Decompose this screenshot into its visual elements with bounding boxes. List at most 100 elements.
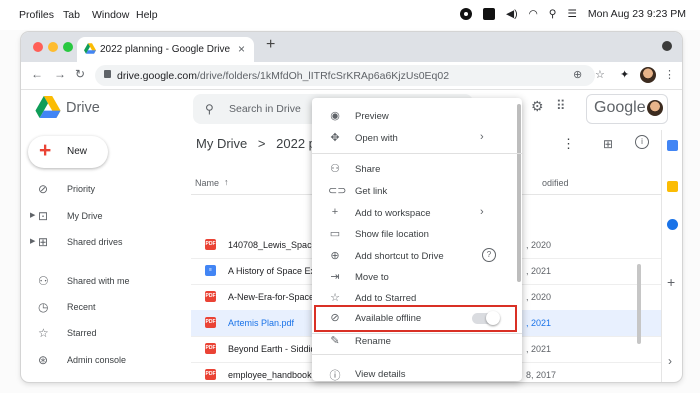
close-tab-icon[interactable]: × (238, 42, 245, 56)
file-modified-date: 8, 2017 (526, 370, 557, 380)
menu-item-label: Add shortcut to Drive (355, 251, 444, 262)
sidebar-item-shared-with-me[interactable]: ⚇ Shared with me (21, 271, 191, 293)
more-actions-icon[interactable]: ⋮ (562, 136, 575, 152)
sidebar-item-label: My Drive (67, 211, 103, 221)
expand-arrow-icon[interactable]: ▶ (30, 211, 35, 219)
menu-item-add-to-workspace[interactable]: + Add to workspace › (312, 203, 522, 223)
sidebar-item-shared-drives[interactable]: ▶ ⊞ Shared drives (21, 232, 191, 254)
account-avatar[interactable] (647, 100, 663, 116)
search-placeholder: Search in Drive (229, 103, 301, 115)
menu-item-show-file-location[interactable]: ▭ Show file location (312, 224, 522, 244)
doc-file-icon: ≡ (205, 265, 216, 276)
menu-help[interactable]: Help (136, 9, 158, 21)
reload-icon[interactable]: ↻ (75, 67, 85, 81)
shared-drives-icon: ⊞ (38, 235, 49, 249)
show-panel-chevron-icon[interactable]: › (668, 354, 672, 368)
sidebar-item-label: Recent (67, 302, 96, 312)
new-tab-icon[interactable]: + (266, 36, 275, 54)
menu-item-label: Rename (355, 336, 391, 347)
menu-item-label: Get link (355, 186, 388, 197)
translate-icon[interactable]: ⊕ (573, 68, 582, 81)
lock-icon (104, 70, 111, 78)
menu-item-open-with[interactable]: ✥ Open with › (312, 128, 522, 148)
control-center-icon[interactable]: ☰ (568, 8, 577, 20)
app-status-icon[interactable] (483, 8, 496, 20)
apps-grid-icon[interactable]: ⠿ (556, 98, 566, 114)
tasks-icon[interactable] (667, 219, 678, 230)
submenu-arrow-icon: › (480, 131, 484, 143)
menu-profiles[interactable]: Profiles (19, 9, 54, 21)
keep-icon[interactable] (667, 181, 678, 192)
bookmark-star-icon[interactable]: ☆ (595, 68, 605, 81)
menu-item-add-shortcut[interactable]: ⊕ Add shortcut to Drive ? (312, 246, 522, 266)
file-list-scrollbar[interactable] (637, 264, 641, 344)
tab-strip: 2022 planning - Google Drive × + (21, 32, 682, 62)
breadcrumb-root[interactable]: My Drive (196, 136, 247, 151)
file-name: A History of Space Ex (228, 266, 316, 276)
back-icon[interactable]: ← (31, 67, 43, 81)
menu-item-label: Move to (355, 272, 389, 283)
side-panel-rail: + › (661, 130, 682, 382)
url-input[interactable]: drive.google.com/drive/folders/1kMfdOh_l… (95, 65, 595, 86)
new-button[interactable]: + New (28, 136, 108, 168)
help-icon[interactable]: ? (482, 248, 496, 262)
info-icon[interactable]: i (635, 135, 649, 149)
close-window-icon[interactable] (33, 42, 43, 52)
sidebar-item-priority[interactable]: ⊘ Priority (21, 179, 191, 201)
menu-item-preview[interactable]: ◉ Preview (312, 106, 522, 126)
drive-logo-icon (35, 96, 61, 118)
browser-tab[interactable]: 2022 planning - Google Drive × (77, 37, 254, 62)
sidebar-item-starred[interactable]: ☆ Starred (21, 323, 191, 345)
forward-icon[interactable]: → (54, 67, 66, 81)
menu-item-move-to[interactable]: ⇥ Move to (312, 267, 522, 287)
tab-search-icon[interactable] (662, 41, 672, 51)
menu-item-label: Show file location (355, 229, 429, 240)
sort-arrow-icon[interactable]: ↑ (224, 177, 229, 187)
google-account-box[interactable]: Google (586, 94, 668, 124)
people-icon: ⚇ (38, 274, 49, 288)
mac-menubar: Profiles Tab Window Help ◀) ◠ ⚲ ☰ Mon Au… (0, 0, 700, 30)
zoom-window-icon[interactable] (63, 42, 73, 52)
menu-divider (312, 153, 522, 154)
menu-item-get-link[interactable]: ⊂⊃ Get link (312, 181, 522, 201)
sidebar-item-my-drive[interactable]: ▶ ⊡ My Drive (21, 206, 191, 228)
minimize-window-icon[interactable] (48, 42, 58, 52)
pdf-file-icon: PDF (205, 239, 216, 250)
grid-view-icon[interactable]: ⊞ (603, 137, 613, 151)
file-name: Beyond Earth - Siddiqu (228, 344, 321, 354)
new-button-label: New (67, 146, 88, 157)
menubar-clock[interactable]: Mon Aug 23 9:23 PM (588, 8, 686, 20)
sidebar-item-admin-console[interactable]: ⊛ Admin console (21, 350, 191, 372)
modified-column-header[interactable]: odified (542, 178, 569, 188)
pdf-file-icon: PDF (205, 291, 216, 302)
drive-icon: ⊡ (38, 209, 49, 223)
volume-icon[interactable]: ◀) (506, 8, 518, 20)
name-column-header[interactable]: Name (195, 178, 219, 188)
menu-window[interactable]: Window (92, 9, 129, 21)
menu-item-view-details[interactable]: ⓘ View details (312, 364, 522, 384)
plus-icon: + (39, 139, 52, 162)
search-icon[interactable]: ⚲ (205, 102, 214, 116)
menu-item-label: Add to Starred (355, 293, 417, 304)
drive-app-name[interactable]: Drive (66, 100, 100, 116)
sidebar-item-label: Admin console (67, 355, 127, 365)
pencil-icon: ✎ (330, 335, 340, 347)
sidebar-item-label: Priority (67, 184, 96, 194)
drive-favicon-icon (84, 43, 96, 54)
record-icon[interactable] (460, 8, 473, 20)
breadcrumb-separator: > (257, 136, 266, 151)
menu-item-share[interactable]: ⚇ Share (312, 159, 522, 179)
menu-item-label: Add to workspace (355, 208, 431, 219)
menu-tab[interactable]: Tab (63, 9, 80, 21)
menu-item-rename[interactable]: ✎ Rename (312, 331, 522, 351)
sidebar-item-recent[interactable]: ◷ Recent (21, 297, 191, 319)
spotlight-icon[interactable]: ⚲ (549, 8, 557, 20)
expand-arrow-icon[interactable]: ▶ (30, 237, 35, 245)
browser-menu-icon[interactable]: ⋮ (664, 68, 675, 81)
settings-gear-icon[interactable]: ⚙ (531, 98, 544, 115)
profile-avatar[interactable] (640, 67, 656, 83)
add-addon-icon[interactable]: + (667, 274, 675, 290)
calendar-icon[interactable] (667, 140, 678, 151)
wifi-icon[interactable]: ◠ (529, 8, 538, 20)
extensions-icon[interactable]: ✦ (620, 68, 629, 81)
